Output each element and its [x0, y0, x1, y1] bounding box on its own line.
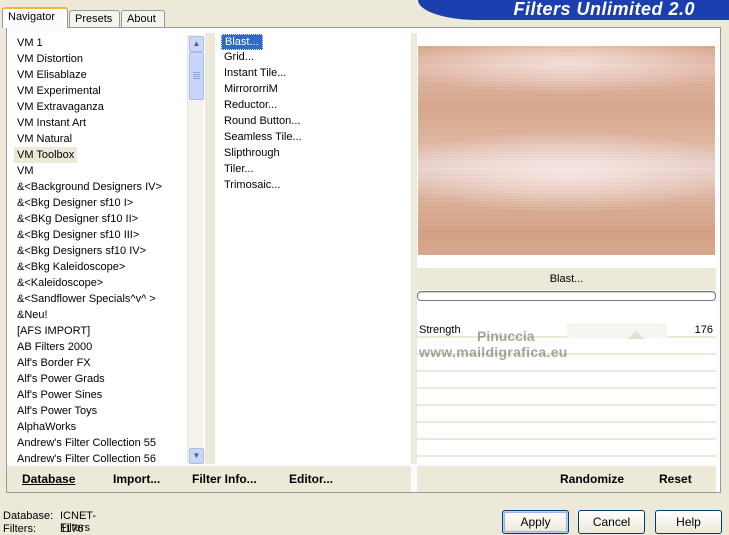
cancel-button[interactable]: Cancel: [578, 510, 645, 534]
preview-image: [418, 46, 715, 255]
parameter-value: 176: [694, 324, 713, 336]
tab-navigator[interactable]: Navigator: [2, 7, 68, 28]
list-item[interactable]: &<Kaleidoscope>: [14, 275, 106, 291]
parameter-row: [417, 340, 716, 355]
list-item[interactable]: Alf's Power Grads: [14, 371, 108, 387]
list-item[interactable]: VM Extravaganza: [14, 99, 107, 115]
list-item[interactable]: Andrew's Filter Collection 55: [14, 435, 159, 451]
preview-filter-name: Blast...: [417, 268, 716, 290]
list-item[interactable]: Alf's Power Toys: [14, 403, 100, 419]
list-item[interactable]: &<Bkg Designers sf10 IV>: [14, 243, 149, 259]
filters-info: Filters: 1176: [3, 523, 84, 535]
filters-label: Filters:: [3, 523, 36, 535]
reset-button[interactable]: Reset: [659, 472, 692, 486]
list-item[interactable]: &<BKg Designer sf10 II>: [14, 211, 141, 227]
parameter-row: [417, 425, 716, 440]
list-item[interactable]: VM Natural: [14, 131, 75, 147]
database-info: Database: ICNET-Filters: [3, 510, 96, 534]
database-button[interactable]: Database: [22, 472, 75, 486]
parameter-row: [417, 374, 716, 389]
progress-bar: [417, 291, 716, 301]
filters-count: 1176: [60, 523, 84, 535]
randomize-button[interactable]: Randomize: [560, 472, 624, 486]
parameter-row: [417, 408, 716, 423]
editor-button[interactable]: Editor...: [289, 472, 333, 486]
database-label: Database:: [3, 510, 54, 522]
splitter: [205, 33, 215, 464]
list-item[interactable]: AlphaWorks: [14, 419, 79, 435]
parameter-row: [417, 357, 716, 372]
category-scrollbar[interactable]: ▲ ▼: [187, 35, 204, 464]
filter-item[interactable]: Seamless Tile...: [221, 130, 305, 146]
parameter-row: [417, 391, 716, 406]
list-item[interactable]: VM Toolbox: [14, 147, 78, 163]
list-item[interactable]: VM 1: [14, 35, 46, 51]
filter-item[interactable]: Reductor...: [221, 98, 280, 114]
category-list[interactable]: VM 1 VM Distortion VM Elisablaze VM Experim…: [8, 33, 203, 464]
list-item[interactable]: Andrew's Filter Collection 56: [14, 451, 159, 464]
list-item[interactable]: &Neu!: [14, 307, 51, 323]
list-item[interactable]: VM Elisablaze: [14, 67, 90, 83]
filter-item[interactable]: Grid...: [221, 50, 257, 66]
filter-list[interactable]: Blast... Grid... Instant Tile... Mirrororri…: [215, 33, 411, 464]
scroll-up-icon[interactable]: ▲: [189, 36, 204, 52]
filter-item[interactable]: MirrororriM: [221, 82, 281, 98]
list-item[interactable]: &<Bkg Kaleidoscope>: [14, 259, 128, 275]
scrollbar-thumb[interactable]: [189, 52, 204, 100]
app-title: Filters Unlimited 2.0: [513, 0, 695, 19]
filter-item[interactable]: Instant Tile...: [221, 66, 289, 82]
scroll-down-icon[interactable]: ▼: [189, 448, 204, 464]
filter-item[interactable]: Trimosaic...: [221, 178, 283, 194]
apply-button[interactable]: Apply: [502, 510, 569, 534]
list-item[interactable]: Alf's Border FX: [14, 355, 94, 371]
list-item[interactable]: &<Bkg Designer sf10 III>: [14, 227, 142, 243]
list-item[interactable]: VM Distortion: [14, 51, 86, 67]
slider-handle-icon[interactable]: [627, 331, 645, 339]
list-item[interactable]: &<Sandflower Specials^v^ >: [14, 291, 159, 307]
app-banner: Filters Unlimited 2.0: [418, 0, 729, 20]
list-item[interactable]: Alf's Power Sines: [14, 387, 105, 403]
filter-item[interactable]: Tiler...: [221, 162, 257, 178]
list-item[interactable]: [AFS IMPORT]: [14, 323, 93, 339]
parameter-row: [417, 442, 716, 457]
parameter-label: Strength: [419, 324, 461, 336]
filter-item[interactable]: Round Button...: [221, 114, 303, 130]
filter-item[interactable]: Slipthrough: [221, 146, 283, 162]
list-item[interactable]: VM: [14, 163, 37, 179]
help-button[interactable]: Help: [655, 510, 722, 534]
parameter-slider[interactable]: [567, 323, 667, 339]
list-item[interactable]: &<Background Designers IV>: [14, 179, 165, 195]
import-button[interactable]: Import...: [113, 472, 160, 486]
tab-presets[interactable]: Presets: [69, 10, 120, 27]
filter-info-button[interactable]: Filter Info...: [192, 472, 257, 486]
parameter-row[interactable]: Strength 176: [417, 323, 716, 339]
list-item[interactable]: &<Bkg Designer sf10 I>: [14, 195, 136, 211]
list-item[interactable]: AB Filters 2000: [14, 339, 95, 355]
filter-item[interactable]: Blast...: [221, 34, 263, 50]
tab-about[interactable]: About: [121, 10, 165, 27]
list-item[interactable]: VM Experimental: [14, 83, 104, 99]
list-item[interactable]: VM Instant Art: [14, 115, 89, 131]
parameter-list: Strength 176: [417, 323, 716, 464]
